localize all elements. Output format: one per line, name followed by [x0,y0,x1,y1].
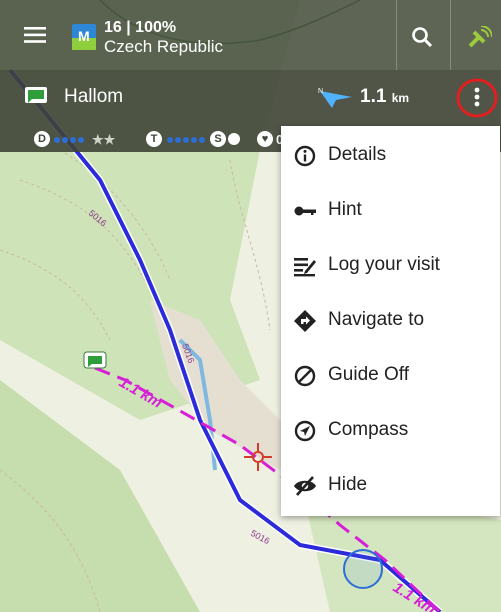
geocache-header-bar[interactable]: Hallom N 1.1 km [0,70,501,128]
difficulty-dots [54,137,84,143]
info-icon [294,145,316,167]
menu-item-compass[interactable]: Compass [281,403,500,458]
hamburger-icon[interactable] [24,26,46,44]
svg-text:N: N [318,88,323,95]
geocache-name: Hallom [64,86,124,107]
size-badge: S [210,131,226,147]
terrain-dots [167,137,205,143]
gps-satellite-icon[interactable] [466,26,492,50]
more-vert-icon[interactable] [453,70,501,128]
zoom-battery-status: 16 | 100% [104,19,177,36]
menu-item-hide[interactable]: Hide [281,458,500,513]
distance-value: 1.1 [360,86,387,107]
distance-unit: km [391,91,410,105]
menu-item-label: Guide Off [328,364,409,385]
hide-icon [294,476,316,496]
more-options-button[interactable] [453,70,501,128]
region-label: Czech Republic [104,37,224,56]
menu-item-label: Hide [328,474,368,495]
locus-map-icon[interactable]: M [72,24,96,50]
svg-text:M: M [78,28,90,44]
search-icon[interactable] [411,26,433,48]
difficulty-badge: D [34,131,50,147]
menu-item-label: Compass [328,419,409,440]
menu-item-navigate-to[interactable]: Navigate to [281,293,500,348]
difficulty-stars: ★★ [92,132,116,147]
divider [396,0,397,70]
menu-item-label: Log your visit [328,254,440,275]
favorites-badge: ♥ [257,131,273,147]
menu-item-label: Navigate to [328,309,425,330]
distance-label: 1.1 km [360,86,409,109]
size-dot [228,133,240,145]
direction-arrow-icon: N [318,88,352,108]
menu-item-label: Details [328,144,387,165]
navigate-icon [294,310,316,332]
guide-off-icon [294,365,316,387]
my-location-accuracy [343,549,383,589]
divider [450,0,451,70]
log-icon [294,258,316,277]
compass-icon [294,420,316,442]
menu-item-log-visit[interactable]: Log your visit [281,238,500,293]
menu-item-label: Hint [328,199,362,220]
geocache-marker[interactable] [83,351,107,369]
terrain-badge: T [146,131,162,147]
key-icon [294,206,316,216]
menu-item-hint[interactable]: Hint [281,183,500,238]
menu-item-guide-off[interactable]: Guide Off [281,348,500,403]
geocache-icon [25,87,47,103]
menu-item-details[interactable]: Details [281,128,500,183]
popup-menu: Details Hint Log your visit Navigate to … [281,126,500,516]
top-bar: M 16 | 100% Czech Republic [0,0,501,70]
